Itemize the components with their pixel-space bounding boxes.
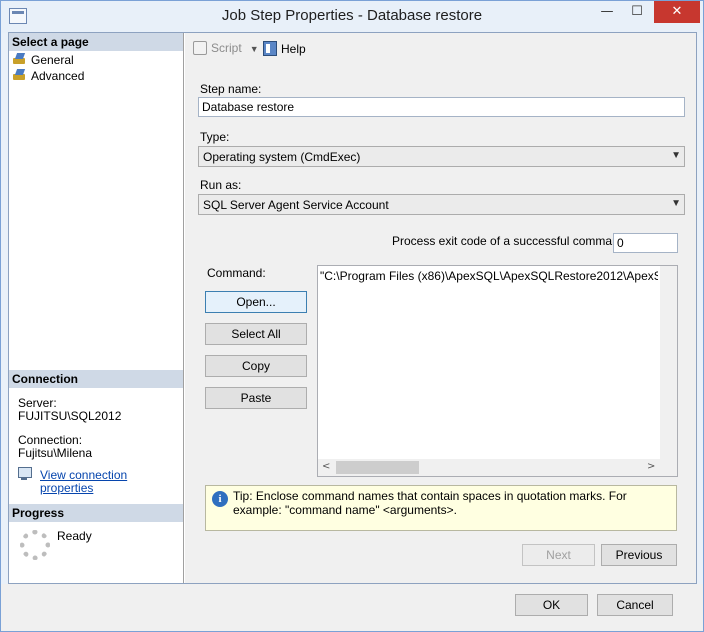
- progress-spinner-icon: [20, 530, 50, 560]
- page-item-general[interactable]: General: [12, 52, 74, 68]
- script-button[interactable]: Script ▼: [193, 41, 259, 55]
- title-bar[interactable]: Job Step Properties - Database restore —…: [1, 1, 703, 33]
- run-as-select[interactable]: SQL Server Agent Service Account ▼: [198, 194, 685, 215]
- page-icon: [12, 52, 28, 66]
- type-label: Type:: [200, 130, 230, 144]
- page-item-advanced[interactable]: Advanced: [12, 68, 84, 84]
- connection-header: Connection: [9, 370, 183, 388]
- open-button[interactable]: Open...: [205, 291, 307, 313]
- select-page-header: Select a page: [9, 33, 183, 51]
- copy-button[interactable]: Copy: [205, 355, 307, 377]
- scroll-left-icon[interactable]: <: [322, 461, 330, 472]
- exit-code-label: Process exit code of a successful comman…: [392, 234, 629, 248]
- job-step-properties-window: Job Step Properties - Database restore —…: [0, 0, 704, 632]
- progress-status: Ready: [57, 529, 92, 543]
- paste-button[interactable]: Paste: [205, 387, 307, 409]
- script-label: Script: [211, 41, 242, 55]
- page-item-label: General: [31, 53, 74, 67]
- type-select[interactable]: Operating system (CmdExec) ▼: [198, 146, 685, 167]
- dialog-client-area: Select a page General Advanced Connectio…: [8, 32, 697, 584]
- help-icon: [263, 41, 277, 56]
- help-label: Help: [281, 42, 306, 56]
- exit-code-input[interactable]: 0: [613, 233, 678, 253]
- cancel-button[interactable]: Cancel: [597, 594, 673, 616]
- close-button[interactable]: ✕: [654, 1, 700, 23]
- left-pane: Select a page General Advanced Connectio…: [9, 33, 184, 583]
- select-all-button[interactable]: Select All: [205, 323, 307, 345]
- right-pane: Script ▼ Help Step name: Database restore…: [185, 33, 696, 583]
- run-as-select-value: SQL Server Agent Service Account: [203, 198, 389, 212]
- server-value: FUJITSU\SQL2012: [18, 409, 122, 423]
- toolbar: Script ▼ Help: [185, 33, 696, 63]
- chevron-down-icon: ▼: [671, 150, 681, 161]
- progress-header: Progress: [9, 504, 183, 522]
- view-connection-properties-link[interactable]: View connection properties: [40, 469, 183, 495]
- help-button[interactable]: Help: [263, 41, 306, 56]
- previous-button[interactable]: Previous: [601, 544, 677, 566]
- next-button[interactable]: Next: [522, 544, 595, 566]
- page-item-label: Advanced: [31, 69, 85, 83]
- type-select-value: Operating system (CmdExec): [203, 150, 361, 164]
- tip-text: Tip: Enclose command names that contain …: [233, 489, 627, 517]
- script-icon: [193, 41, 207, 55]
- ok-button[interactable]: OK: [515, 594, 588, 616]
- info-icon: i: [212, 491, 228, 507]
- dialog-footer: OK Cancel: [1, 584, 703, 631]
- horizontal-scrollbar[interactable]: < >: [318, 459, 660, 476]
- vertical-scrollbar[interactable]: [660, 266, 677, 459]
- connection-properties-icon: [18, 467, 34, 481]
- step-name-input[interactable]: Database restore: [198, 97, 685, 117]
- command-text: "C:\Program Files (x86)\ApexSQL\ApexSQLR…: [320, 269, 658, 283]
- command-label: Command:: [207, 266, 266, 280]
- scrollbar-corner: [660, 459, 677, 476]
- minimize-button[interactable]: —: [593, 1, 621, 23]
- maximize-button[interactable]: ☐: [623, 1, 651, 23]
- connection-value: Fujitsu\Milena: [18, 446, 93, 460]
- scroll-right-icon[interactable]: >: [647, 461, 655, 472]
- command-textarea[interactable]: "C:\Program Files (x86)\ApexSQL\ApexSQLR…: [317, 265, 678, 477]
- chevron-down-icon[interactable]: ▼: [250, 44, 259, 54]
- tip-box: i Tip: Enclose command names that contai…: [205, 485, 677, 531]
- horizontal-scroll-thumb[interactable]: [336, 461, 419, 474]
- page-icon: [12, 68, 28, 82]
- run-as-label: Run as:: [200, 178, 242, 192]
- chevron-down-icon: ▼: [671, 198, 681, 209]
- step-name-label: Step name:: [200, 82, 262, 96]
